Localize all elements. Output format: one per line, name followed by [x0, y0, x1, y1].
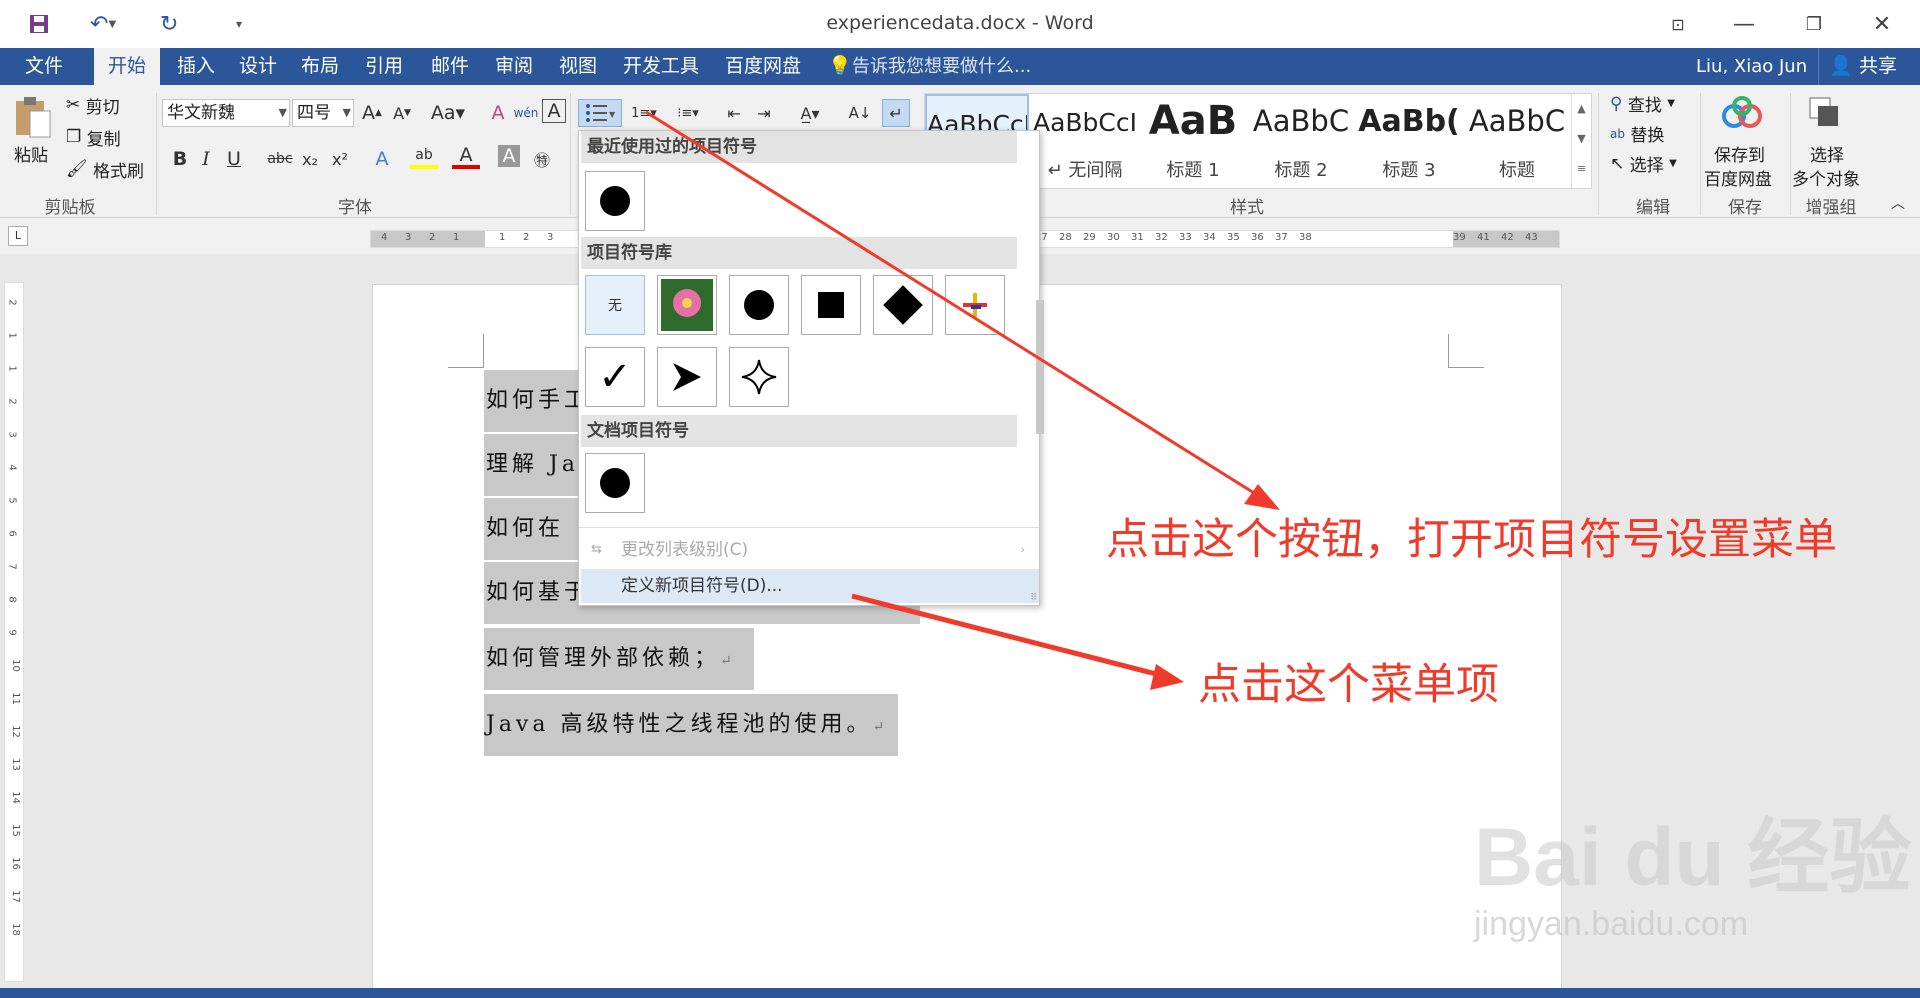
arrow-line-2 [851, 593, 1165, 679]
arrowhead-2 [1150, 664, 1184, 690]
status-bar [0, 988, 1920, 998]
annotation-click-item: 点击这个菜单项 [1198, 660, 1499, 710]
baidu-watermark-url: jingyan.baidu.com [1474, 905, 1749, 943]
baidu-watermark: Bai du 经验 [1474, 812, 1912, 903]
annotation-open-menu: 点击这个按钮，打开项目符号设置菜单 [1106, 515, 1837, 565]
arrow-line-1 [645, 110, 1263, 500]
